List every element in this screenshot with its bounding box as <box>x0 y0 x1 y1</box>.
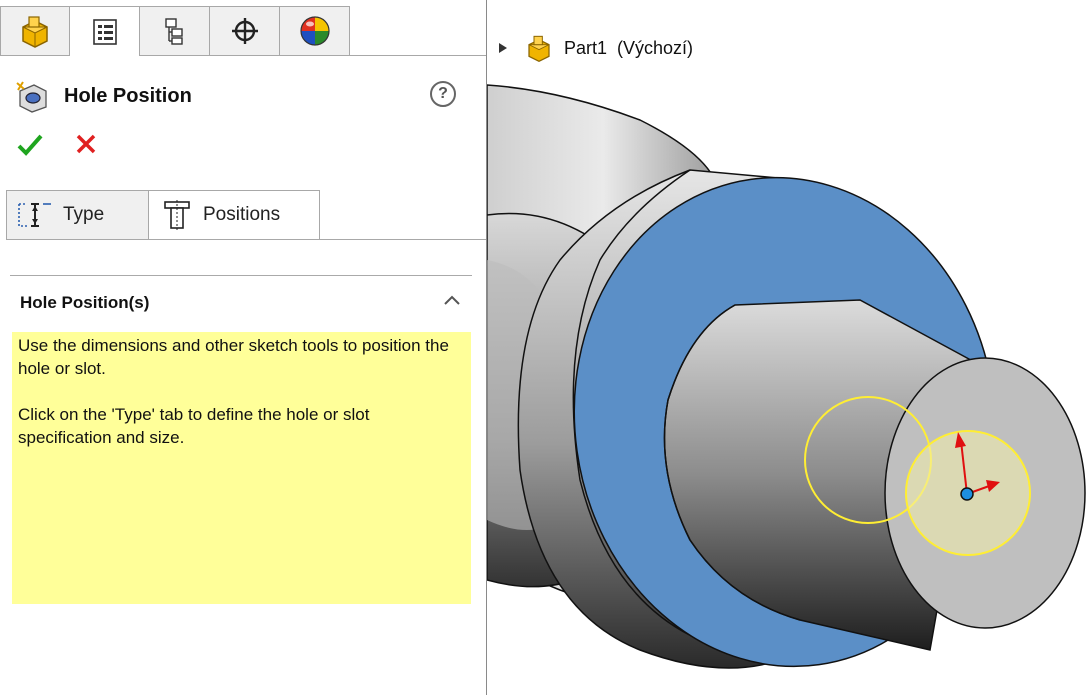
sub-tab-strip-fill <box>320 190 486 240</box>
instruction-text-1: Use the dimensions and other sketch tool… <box>18 336 449 378</box>
page-title: Hole Position <box>64 84 192 107</box>
tab-propertymanager[interactable] <box>70 6 140 56</box>
tab-featuremanager[interactable] <box>0 6 70 56</box>
tab-strip-fill <box>350 6 486 56</box>
property-manager-panel: Hole Position ? Type Positions Hole Posi… <box>0 0 487 695</box>
tab-positions[interactable]: Positions <box>148 190 320 240</box>
instruction-message: Use the dimensions and other sketch tool… <box>12 332 471 604</box>
tab-displaymanager[interactable] <box>280 6 350 56</box>
cancel-button[interactable] <box>74 132 98 160</box>
display-manager-icon <box>299 16 330 46</box>
model-view[interactable] <box>487 0 1086 695</box>
tab-positions-label: Positions <box>203 204 281 225</box>
configuration-manager-icon <box>164 18 183 45</box>
checkmark-icon <box>17 134 43 156</box>
dimxpert-icon <box>231 18 258 44</box>
part-icon <box>22 16 48 48</box>
hole-positions-section-header[interactable]: Hole Position(s) <box>20 288 472 318</box>
property-manager-icon <box>92 18 117 45</box>
instruction-text-2: Click on the 'Type' tab to define the ho… <box>18 405 370 447</box>
hole-wizard-icon <box>16 81 47 113</box>
property-manager-header: Hole Position ? <box>14 76 474 116</box>
hole-positions-icon <box>164 200 190 230</box>
graphics-area[interactable] <box>487 0 1086 695</box>
help-button[interactable]: ? <box>430 81 456 107</box>
tab-dimxpertmanager[interactable] <box>210 6 280 56</box>
part-icon <box>528 35 550 63</box>
section-title: Hole Position(s) <box>20 293 150 312</box>
origin-point[interactable] <box>960 487 974 501</box>
chevron-up-icon[interactable] <box>442 290 462 310</box>
tab-configurationmanager[interactable] <box>140 6 210 56</box>
tab-type-label: Type <box>63 204 105 225</box>
manager-tabs <box>0 6 486 56</box>
x-icon <box>76 134 96 154</box>
feature-tree-flyout[interactable]: Part1 (Výchozí) <box>498 30 693 66</box>
part-name[interactable]: Part1 (Výchozí) <box>564 38 693 59</box>
ok-button[interactable] <box>16 132 44 162</box>
tab-type[interactable]: Type <box>6 190 148 240</box>
hole-tabs: Type Positions <box>6 190 486 240</box>
hole-type-icon <box>18 203 51 227</box>
expand-arrow-icon[interactable] <box>498 42 508 54</box>
section-divider <box>10 275 472 276</box>
